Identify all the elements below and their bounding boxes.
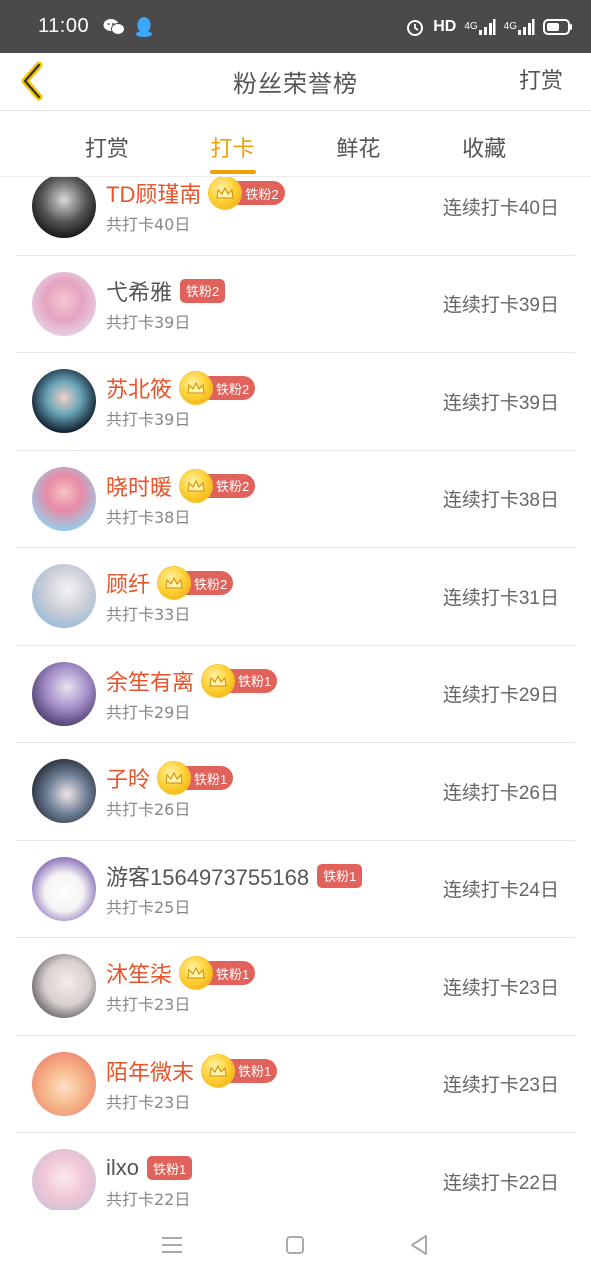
total-checkin: 共打卡29日 bbox=[106, 702, 191, 722]
avatar[interactable] bbox=[32, 1051, 96, 1116]
back-arrow-icon bbox=[21, 61, 43, 101]
streak-days: 连续打卡31日 bbox=[442, 587, 559, 609]
list-item[interactable]: 晓时暖 铁粉2 共打卡38日 连续打卡38日 bbox=[16, 451, 575, 548]
list-item[interactable]: 苏北筱 铁粉2 共打卡39日 连续打卡39日 bbox=[16, 353, 575, 451]
streak-days: 连续打卡39日 bbox=[442, 392, 559, 414]
avatar[interactable] bbox=[32, 759, 96, 824]
crown-icon bbox=[202, 664, 235, 697]
total-checkin: 共打卡39日 bbox=[106, 312, 191, 332]
avatar[interactable] bbox=[32, 1149, 96, 1210]
total-checkin: 共打卡22日 bbox=[106, 1190, 191, 1210]
signal-icon-2: 4G bbox=[504, 18, 535, 36]
qq-icon bbox=[135, 16, 153, 38]
signal-label-2: 4G bbox=[503, 21, 517, 32]
header: 粉丝荣誉榜 打赏 bbox=[0, 53, 591, 111]
avatar[interactable] bbox=[32, 661, 96, 726]
avatar[interactable] bbox=[32, 856, 96, 921]
wechat-icon bbox=[103, 18, 126, 36]
fan-level-badge: 铁粉2 bbox=[180, 278, 226, 303]
streak-days: 连续打卡23日 bbox=[442, 977, 559, 999]
tab-flowers[interactable]: 鲜花 bbox=[318, 111, 398, 176]
streak-days: 连续打卡24日 bbox=[442, 880, 559, 902]
fan-name: 游客1564973755168 bbox=[106, 864, 310, 890]
list-item[interactable]: 沐笙柒 铁粉1 共打卡23日 连续打卡23日 bbox=[16, 938, 575, 1036]
fan-level-badge: 铁粉2 bbox=[233, 181, 285, 206]
list-item[interactable]: 子昤 铁粉1 共打卡26日 连续打卡26日 bbox=[16, 743, 575, 841]
fan-name: 沐笙柒 bbox=[106, 962, 173, 988]
back-triangle-icon bbox=[411, 1235, 428, 1255]
fan-name: 苏北筱 bbox=[106, 377, 173, 403]
menu-icon bbox=[161, 1237, 182, 1253]
streak-days: 连续打卡22日 bbox=[442, 1172, 559, 1194]
fan-level-badge: 铁粉1 bbox=[147, 1156, 193, 1181]
status-time: 11:00 bbox=[38, 15, 90, 37]
avatar[interactable] bbox=[32, 271, 96, 336]
signal-label: 4G bbox=[464, 21, 478, 32]
fan-list[interactable]: TD顾瑾南 铁粉2 共打卡40日 连续打卡40日 弋希雅 铁粉2 共打卡39日 … bbox=[0, 177, 591, 1210]
tip-button[interactable]: 打赏 bbox=[519, 63, 563, 95]
total-checkin: 共打卡26日 bbox=[106, 800, 191, 820]
fan-name: 子昤 bbox=[106, 767, 151, 793]
page-title: 粉丝荣誉榜 bbox=[233, 70, 358, 98]
home-square-icon bbox=[286, 1236, 305, 1254]
avatar[interactable] bbox=[32, 954, 96, 1019]
tab-checkin[interactable]: 打卡 bbox=[193, 111, 273, 176]
total-checkin: 共打卡38日 bbox=[106, 507, 191, 527]
fan-name: 顾纤 bbox=[106, 572, 151, 598]
fan-name: 余笙有离 bbox=[106, 669, 195, 695]
back-button[interactable] bbox=[12, 59, 52, 103]
streak-days: 连续打卡39日 bbox=[442, 295, 559, 317]
streak-days: 连续打卡40日 bbox=[442, 197, 559, 219]
system-nav-bar bbox=[0, 1210, 591, 1280]
total-checkin: 共打卡25日 bbox=[106, 897, 191, 917]
avatar[interactable] bbox=[32, 564, 96, 629]
crown-icon bbox=[202, 1054, 235, 1087]
list-item[interactable]: 弋希雅 铁粉2 共打卡39日 连续打卡39日 bbox=[16, 256, 575, 353]
hd-label: HD bbox=[433, 17, 457, 35]
streak-days: 连续打卡26日 bbox=[442, 782, 559, 804]
avatar[interactable] bbox=[32, 177, 96, 239]
menu-button[interactable] bbox=[152, 1225, 192, 1265]
total-checkin: 共打卡39日 bbox=[106, 410, 191, 430]
crown-icon bbox=[180, 469, 213, 502]
total-checkin: 共打卡23日 bbox=[106, 995, 191, 1015]
avatar[interactable] bbox=[32, 369, 96, 434]
streak-days: 连续打卡29日 bbox=[442, 685, 559, 707]
list-item[interactable]: 游客1564973755168 铁粉1 共打卡25日 连续打卡24日 bbox=[16, 841, 575, 938]
fan-level-badge: 铁粉1 bbox=[317, 863, 363, 888]
streak-days: 连续打卡23日 bbox=[442, 1075, 559, 1097]
total-checkin: 共打卡40日 bbox=[106, 215, 191, 235]
list-item[interactable]: TD顾瑾南 铁粉2 共打卡40日 连续打卡40日 bbox=[16, 177, 575, 256]
avatar[interactable] bbox=[32, 466, 96, 531]
tab-favorites[interactable]: 收藏 bbox=[444, 111, 524, 176]
list-item[interactable]: 陌年微末 铁粉1 共打卡23日 连续打卡23日 bbox=[16, 1036, 575, 1133]
alarm-icon bbox=[405, 17, 425, 37]
fan-name: 陌年微末 bbox=[106, 1059, 195, 1085]
back-nav-button[interactable] bbox=[399, 1225, 439, 1265]
home-button[interactable] bbox=[275, 1225, 315, 1265]
fan-name: 晓时暖 bbox=[106, 474, 173, 500]
list-item[interactable]: 余笙有离 铁粉1 共打卡29日 连续打卡29日 bbox=[16, 646, 575, 743]
battery-icon bbox=[543, 18, 573, 36]
list-item[interactable]: 顾纤 铁粉2 共打卡33日 连续打卡31日 bbox=[16, 548, 575, 646]
tab-tip[interactable]: 打赏 bbox=[67, 111, 147, 176]
total-checkin: 共打卡23日 bbox=[106, 1092, 191, 1112]
signal-icon: 4G bbox=[464, 18, 496, 36]
list-item[interactable]: ilxo 铁粉1 共打卡22日 连续打卡22日 bbox=[16, 1133, 575, 1210]
streak-days: 连续打卡38日 bbox=[442, 490, 559, 512]
fan-name: TD顾瑾南 bbox=[106, 182, 202, 208]
total-checkin: 共打卡33日 bbox=[106, 605, 191, 625]
tab-bar: 打赏 打卡 鲜花 收藏 bbox=[0, 111, 591, 177]
fan-name: 弋希雅 bbox=[106, 279, 173, 305]
status-bar: 11:00 HD 4G 4G bbox=[0, 0, 591, 53]
fan-name: ilxo bbox=[106, 1155, 140, 1181]
